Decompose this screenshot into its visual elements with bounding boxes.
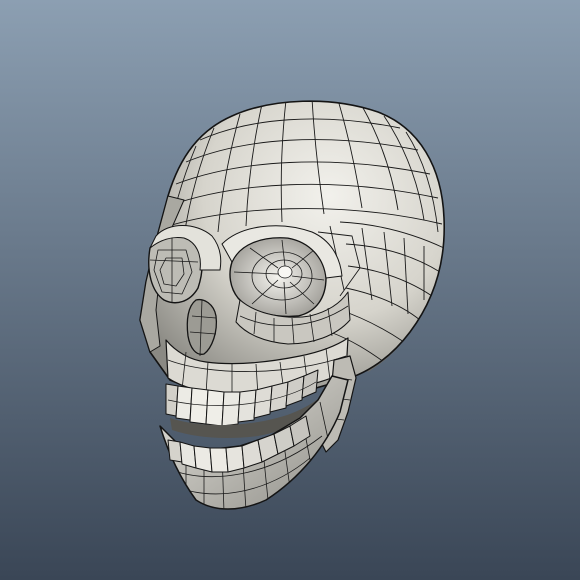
3d-viewport[interactable]	[0, 0, 580, 580]
viewport-canvas[interactable]	[0, 0, 580, 580]
eye-socket-left	[148, 235, 203, 304]
